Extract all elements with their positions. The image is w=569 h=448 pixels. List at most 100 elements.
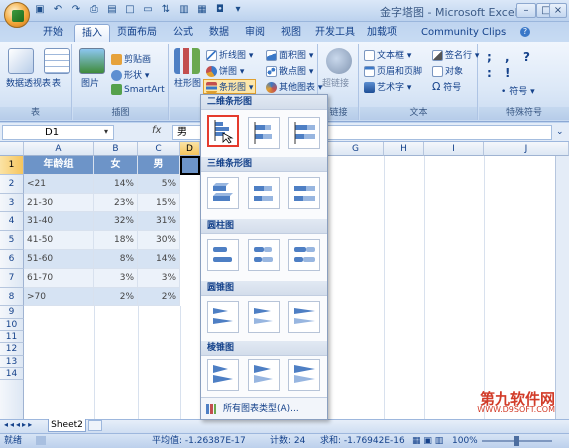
col-header-i[interactable]: I	[424, 142, 484, 156]
table-row-label[interactable]: 61-70	[24, 268, 94, 288]
cell-a1[interactable]: 年龄组	[24, 156, 94, 175]
tab-developer[interactable]: 开发工具	[308, 24, 362, 42]
select-all-corner[interactable]	[0, 142, 24, 156]
line-chart-button[interactable]: 折线图 ▾	[206, 48, 253, 61]
table-cell[interactable]: 18%	[94, 231, 138, 250]
column-chart-icon[interactable]	[174, 48, 200, 74]
semicolon-symbol[interactable]: ;	[487, 50, 492, 64]
table-cell[interactable]: 23%	[94, 193, 138, 213]
table-cell[interactable]: 2%	[94, 287, 138, 307]
percent-cylinder-thumb[interactable]	[288, 239, 320, 271]
clipart-button[interactable]: 剪贴画	[111, 52, 151, 65]
pivot-table-button[interactable]: 数据透视表	[6, 76, 51, 89]
col-header-g[interactable]: G	[328, 142, 384, 156]
table-cell[interactable]: 31%	[138, 212, 180, 232]
row-header[interactable]: 2	[0, 174, 24, 194]
comma-symbol[interactable]: ,	[505, 50, 510, 64]
area-chart-button[interactable]: 面积图 ▾	[266, 48, 313, 61]
row-header[interactable]: 13	[0, 355, 24, 368]
table-icon-large[interactable]	[44, 48, 70, 74]
header-footer-button[interactable]: 页眉和页脚	[364, 64, 422, 77]
percent-cone-thumb[interactable]	[288, 301, 320, 333]
cone-bar-thumb[interactable]	[207, 301, 239, 333]
bar-chart-button[interactable]: 条形图 ▾	[203, 79, 257, 94]
sheet-tab-sheet2[interactable]: Sheet2	[48, 419, 86, 432]
camera-icon[interactable]: ◘	[214, 4, 226, 16]
tab-community-clips[interactable]: Community Clips	[414, 24, 513, 42]
help-icon[interactable]: ?	[520, 27, 530, 37]
row-header[interactable]: 7	[0, 268, 24, 288]
table-cell[interactable]: 3%	[138, 268, 180, 288]
3d-stacked-bar-thumb[interactable]	[248, 177, 280, 209]
row-header[interactable]: 5	[0, 231, 24, 250]
col-header-j[interactable]: J	[484, 142, 569, 156]
row-header[interactable]: 12	[0, 343, 24, 356]
row-header[interactable]: 3	[0, 193, 24, 213]
col-header-b[interactable]: B	[94, 142, 138, 156]
office-button[interactable]	[4, 2, 30, 28]
row-header[interactable]: 1	[0, 156, 24, 175]
undo-icon[interactable]: ↶	[52, 4, 64, 16]
tab-formulas[interactable]: 公式	[166, 24, 200, 42]
table-cell[interactable]: 15%	[138, 193, 180, 213]
wordart-button[interactable]: 艺术字 ▾	[364, 80, 411, 93]
object-button[interactable]: 对象	[432, 64, 463, 77]
tab-page-layout[interactable]: 页面布局	[110, 24, 164, 42]
row-header[interactable]: 8	[0, 287, 24, 307]
row-header[interactable]: 4	[0, 212, 24, 232]
percent-pyramid-thumb[interactable]	[288, 359, 320, 391]
table-row-label[interactable]: 31-40	[24, 212, 94, 232]
question-symbol[interactable]: ?	[523, 50, 530, 64]
vertical-scrollbar[interactable]	[555, 156, 569, 419]
table-row-label[interactable]: 41-50	[24, 231, 94, 250]
col-header-d[interactable]: D	[180, 142, 200, 156]
table-row-label[interactable]: <21	[24, 174, 94, 194]
expand-formula-icon[interactable]: ⌄	[556, 127, 564, 137]
print-icon[interactable]: ⎙	[88, 4, 100, 16]
pivot-table-icon[interactable]	[8, 48, 34, 74]
cell-d1-active[interactable]	[180, 156, 200, 175]
sheet-nav-icon[interactable]: ◂◂◂▸▸	[4, 420, 34, 429]
shapes-button[interactable]: 形状 ▾	[111, 68, 149, 81]
clustered-bar-thumb[interactable]	[207, 115, 239, 147]
cell-b1[interactable]: 女	[94, 156, 138, 175]
table-cell[interactable]: 14%	[94, 174, 138, 194]
fx-icon[interactable]: fx	[152, 125, 161, 136]
table-cell[interactable]: 14%	[138, 250, 180, 269]
textbox-button[interactable]: 文本框 ▾	[364, 48, 411, 61]
table-icon[interactable]: ▦	[196, 4, 208, 16]
tab-data[interactable]: 数据	[202, 24, 236, 42]
table-row-label[interactable]: 21-30	[24, 193, 94, 213]
other-charts-button[interactable]: 其他图表 ▾	[266, 80, 322, 93]
pyramid-bar-thumb[interactable]	[207, 359, 239, 391]
sort-icon[interactable]: ⇅	[160, 4, 172, 16]
3d-clustered-bar-thumb[interactable]	[207, 177, 239, 209]
close-button[interactable]: ×	[549, 3, 567, 18]
hyperlink-icon[interactable]	[326, 48, 352, 74]
all-chart-types-link[interactable]: 所有图表类型(A)...	[201, 397, 327, 419]
table-cell[interactable]: 2%	[138, 287, 180, 307]
stacked-pyramid-thumb[interactable]	[248, 359, 280, 391]
picture-button[interactable]: 图片	[81, 76, 99, 89]
scatter-chart-button[interactable]: 散点图 ▾	[266, 64, 313, 77]
table-cell[interactable]: 32%	[94, 212, 138, 232]
name-box-dropdown-icon[interactable]: ▾	[104, 127, 108, 136]
picture-icon[interactable]	[79, 48, 105, 74]
exclamation-symbol[interactable]: !	[505, 66, 510, 80]
row-header[interactable]: 9	[0, 306, 24, 319]
row-header[interactable]: 10	[0, 318, 24, 331]
smartart-button[interactable]: SmartArt	[111, 84, 165, 95]
col-header-c[interactable]: C	[138, 142, 180, 156]
insert-sheet-icon[interactable]	[88, 420, 102, 431]
colon-symbol[interactable]: :	[487, 66, 492, 80]
hyperlink-button[interactable]: 超链接	[322, 76, 349, 89]
tab-insert[interactable]: 插入	[74, 24, 110, 42]
col-header-h[interactable]: H	[384, 142, 424, 156]
symbol-dropdown-button[interactable]: • 符号 ▾	[501, 84, 535, 97]
table-row-label[interactable]: >70	[24, 287, 94, 307]
row-header[interactable]: 6	[0, 250, 24, 269]
pie-chart-button[interactable]: 饼图 ▾	[206, 64, 244, 77]
chart-icon[interactable]: ▥	[178, 4, 190, 16]
percent-stacked-bar-thumb[interactable]	[288, 117, 320, 149]
cylinder-bar-thumb[interactable]	[207, 239, 239, 271]
